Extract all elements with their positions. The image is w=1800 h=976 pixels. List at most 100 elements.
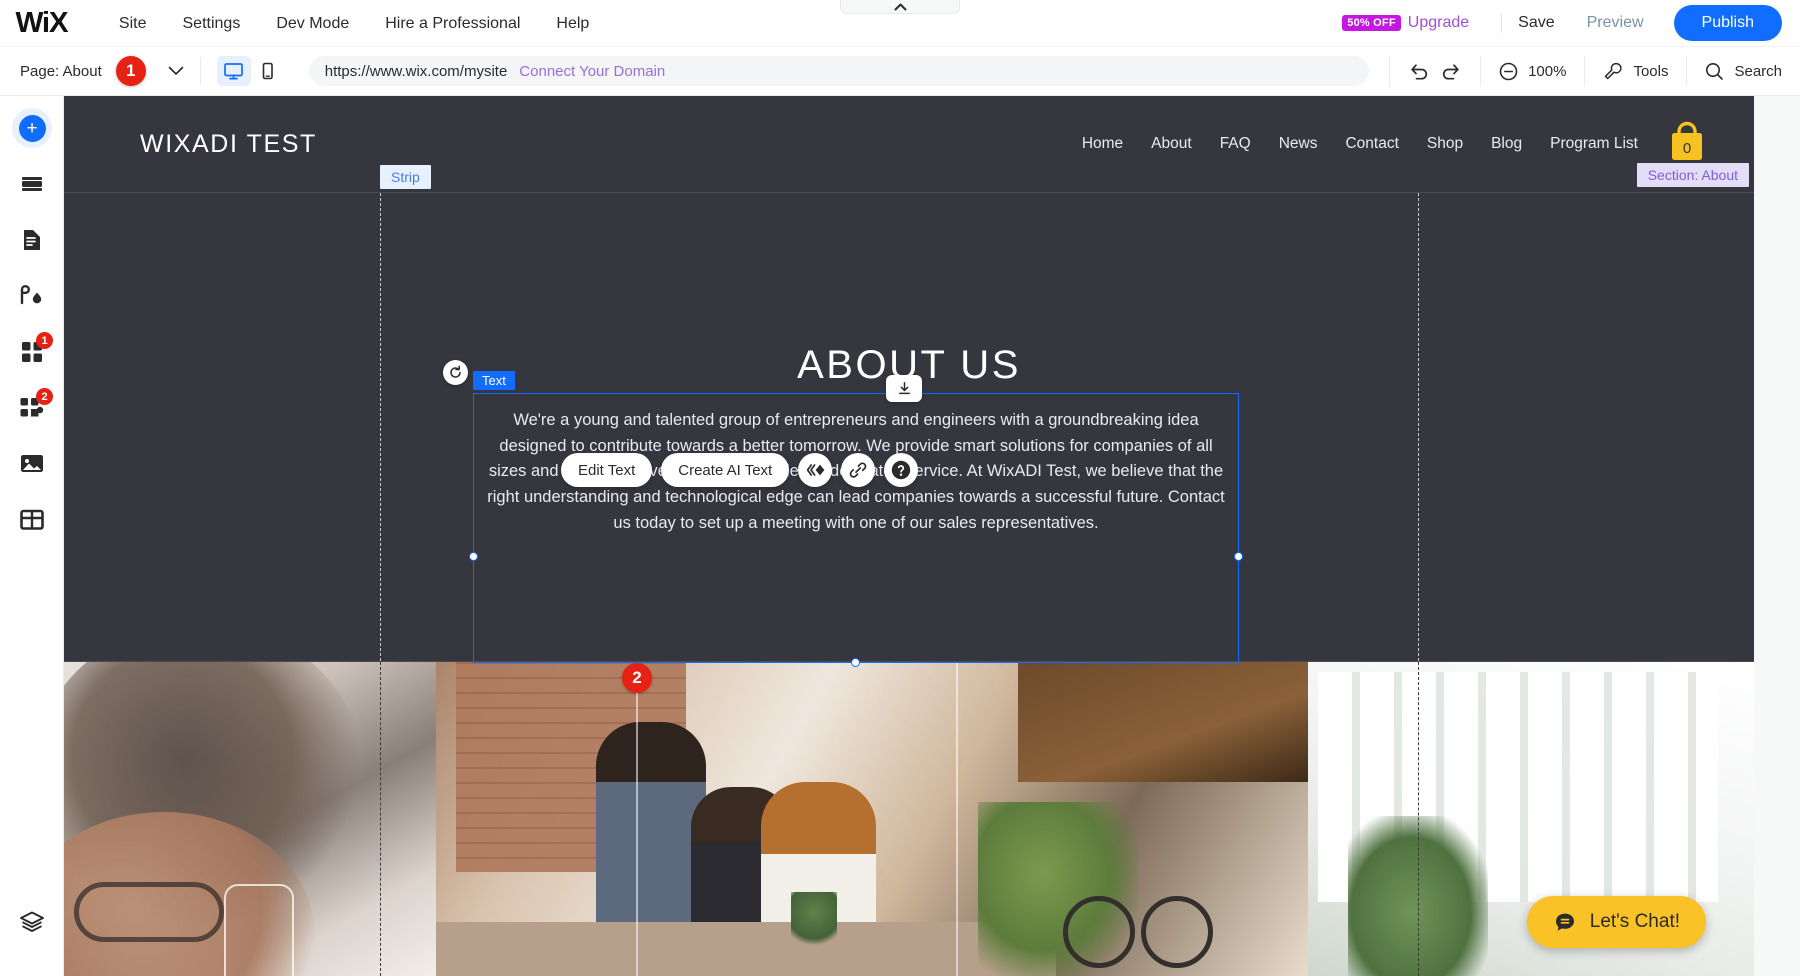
pages-icon (24, 230, 40, 250)
nav-link-home[interactable]: Home (1068, 135, 1137, 153)
link-button[interactable] (841, 453, 876, 487)
chevron-down-icon (168, 66, 184, 75)
left-sidebar: + 1 2 (0, 96, 64, 976)
guide-line-right-lower (1418, 662, 1419, 976)
site-url-text: https://www.wix.com/mysite (324, 62, 508, 80)
search-button[interactable]: Search (1686, 56, 1800, 86)
media-image-icon (21, 455, 43, 472)
strip-label-tag[interactable]: Strip (380, 165, 431, 189)
cart-button[interactable]: 0 (1666, 121, 1708, 167)
site-url-bar[interactable]: https://www.wix.com/mysite Connect Your … (308, 56, 1369, 86)
design-theme-icon (20, 284, 42, 305)
tools-button[interactable]: Tools (1584, 56, 1686, 86)
zoom-level-label: 100% (1528, 62, 1567, 80)
business-apps-badge: 2 (36, 388, 53, 405)
sidebar-item-site-design[interactable] (0, 268, 64, 324)
lets-chat-label: Let's Chat! (1589, 911, 1680, 932)
animation-button[interactable] (798, 453, 833, 487)
help-icon (892, 460, 911, 480)
tools-label: Tools (1633, 62, 1669, 80)
section-label-tag[interactable]: Section: About (1636, 163, 1749, 187)
editor-tools-group: 100% Tools Search (1389, 47, 1800, 96)
desktop-view-button[interactable] (216, 56, 251, 86)
undo-button[interactable] (1408, 61, 1430, 81)
search-label: Search (1734, 62, 1782, 80)
download-icon (898, 382, 910, 395)
site-logo[interactable]: WIXADI TEST (140, 130, 317, 159)
sidebar-item-pages-menu[interactable] (0, 212, 64, 268)
undo-redo-group (1389, 56, 1480, 86)
resize-handle-right[interactable] (1234, 552, 1243, 561)
apps-badge: 1 (36, 332, 53, 349)
menu-item-settings[interactable]: Settings (165, 0, 259, 47)
chevron-up-icon (894, 3, 906, 10)
nav-link-about[interactable]: About (1137, 135, 1206, 153)
photo-office-team[interactable] (436, 662, 1308, 976)
publish-button[interactable]: Publish (1673, 5, 1782, 41)
sidebar-item-sections[interactable] (0, 156, 64, 212)
divider (1501, 13, 1503, 33)
wix-logo[interactable]: WiX (15, 7, 68, 40)
editor-canvas[interactable]: WIXADI TEST Home About FAQ News Contact … (64, 96, 1800, 976)
edit-text-button[interactable]: Edit Text (561, 453, 653, 487)
annotation-marker-2: 2 (622, 663, 652, 693)
menu-item-site[interactable]: Site (101, 0, 165, 47)
sidebar-item-add-elements[interactable]: + (0, 100, 64, 156)
sidebar-item-media[interactable] (0, 436, 64, 492)
nav-link-blog[interactable]: Blog (1477, 135, 1536, 153)
lets-chat-button[interactable]: Let's Chat! (1526, 896, 1706, 948)
layers-icon (20, 911, 44, 932)
table-grid-icon (20, 509, 44, 530)
sidebar-item-layers[interactable] (0, 894, 64, 950)
wrench-icon (1605, 62, 1622, 80)
about-strip[interactable]: Strip Section: About ABOUT US Text We're… (64, 163, 1754, 693)
photo-2-detail (436, 662, 1308, 976)
plus-icon: + (18, 114, 46, 142)
nav-link-program-list[interactable]: Program List (1536, 135, 1652, 153)
resize-handle-bottom[interactable] (851, 658, 860, 667)
nav-link-faq[interactable]: FAQ (1206, 135, 1265, 153)
collapse-toolbar-handle[interactable] (840, 0, 960, 14)
zoom-out-icon (1499, 62, 1518, 80)
annotation-marker-1: 1 (115, 56, 146, 86)
preview-button[interactable]: Preview (1587, 14, 1644, 32)
save-button[interactable]: Save (1518, 14, 1554, 32)
discount-badge: 50% OFF (1342, 15, 1401, 31)
add-button-halo: + (12, 108, 52, 148)
divider (199, 57, 201, 85)
connect-domain-link[interactable]: Connect Your Domain (519, 63, 665, 80)
nav-link-shop[interactable]: Shop (1413, 135, 1477, 153)
element-floating-toolbar: Edit Text Create AI Text (561, 453, 919, 487)
page-toolbar: Page: About 1 https://www.wix.com/mysite… (0, 47, 1800, 96)
text-label-tag: Text (473, 371, 515, 390)
zoom-group[interactable]: 100% (1480, 56, 1584, 86)
nav-link-news[interactable]: News (1265, 135, 1332, 153)
photo-strip-section[interactable]: Let's Chat! (64, 662, 1754, 976)
download-text-button[interactable] (886, 375, 922, 402)
chat-bubble-icon (1555, 913, 1574, 931)
page-selector-label[interactable]: Page: About (20, 63, 102, 80)
sections-icon (22, 177, 42, 191)
desktop-icon (224, 63, 244, 80)
cart-count: 0 (1682, 140, 1692, 157)
sidebar-item-apps-market[interactable]: 1 (0, 324, 64, 380)
mobile-icon (262, 62, 274, 80)
canvas-right-gutter (1754, 96, 1800, 976)
create-ai-text-button[interactable]: Create AI Text (661, 453, 790, 487)
redo-button[interactable] (1440, 61, 1462, 81)
nav-link-contact[interactable]: Contact (1331, 135, 1412, 153)
site-preview[interactable]: WIXADI TEST Home About FAQ News Contact … (64, 96, 1754, 976)
site-header: WIXADI TEST Home About FAQ News Contact … (64, 96, 1754, 192)
menu-item-help[interactable]: Help (538, 0, 607, 47)
rotate-handle[interactable] (443, 360, 468, 385)
help-button[interactable] (884, 453, 919, 487)
resize-handle-left[interactable] (469, 552, 478, 561)
selected-text-element[interactable]: Text We're a young and talented group of… (443, 360, 1243, 667)
mobile-view-button[interactable] (251, 56, 285, 86)
sidebar-item-content-manager[interactable] (0, 492, 64, 548)
sidebar-item-my-business-apps[interactable]: 2 (0, 380, 64, 436)
menu-item-hire-a-professional[interactable]: Hire a Professional (367, 0, 538, 47)
upgrade-link[interactable]: Upgrade (1408, 14, 1469, 32)
menu-item-dev-mode[interactable]: Dev Mode (258, 0, 367, 47)
page-dropdown-button[interactable] (168, 66, 184, 76)
